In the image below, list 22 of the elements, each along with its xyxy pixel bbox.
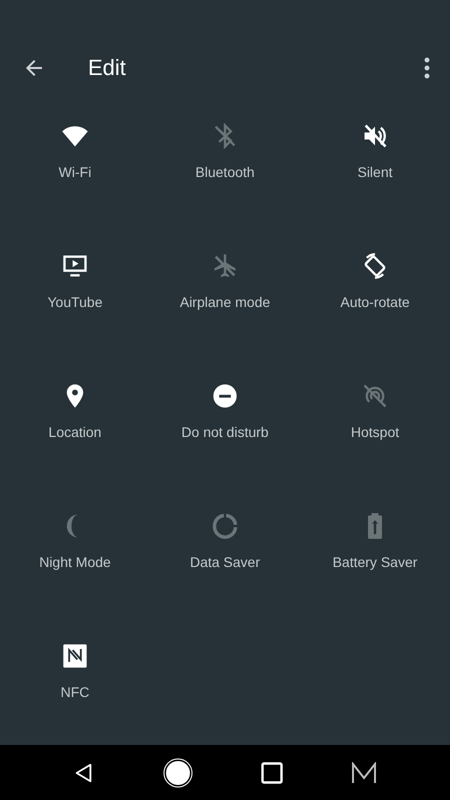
hotspot-off-icon[interactable] — [361, 382, 389, 410]
tile-label: Auto-rotate — [340, 294, 410, 310]
zigzag-icon[interactable] — [351, 762, 377, 784]
circle-arc-icon[interactable] — [211, 512, 239, 540]
tile-label: Airplane mode — [180, 294, 270, 310]
tile-label: Data Saver — [190, 554, 260, 570]
tile-label: YouTube — [47, 294, 102, 310]
tile-label: Night Mode — [39, 554, 111, 570]
nfc-icon[interactable] — [61, 642, 89, 670]
tile-label: Bluetooth — [195, 164, 255, 180]
more-options-icon[interactable] — [424, 56, 430, 78]
tile-label: Hotspot — [350, 424, 400, 440]
recents-icon[interactable] — [261, 762, 283, 784]
minus-circle-icon[interactable] — [211, 382, 239, 410]
tile-label: Do not disturb — [181, 424, 269, 440]
tile-label: Location — [48, 424, 102, 440]
tile-label: Wi-Fi — [58, 164, 92, 180]
tile-label: Battery Saver — [332, 554, 418, 570]
home-icon[interactable] — [163, 758, 193, 788]
tile-label: NFC — [60, 684, 90, 700]
tile-label: Silent — [357, 164, 393, 180]
screen-title: Edit — [88, 54, 127, 80]
